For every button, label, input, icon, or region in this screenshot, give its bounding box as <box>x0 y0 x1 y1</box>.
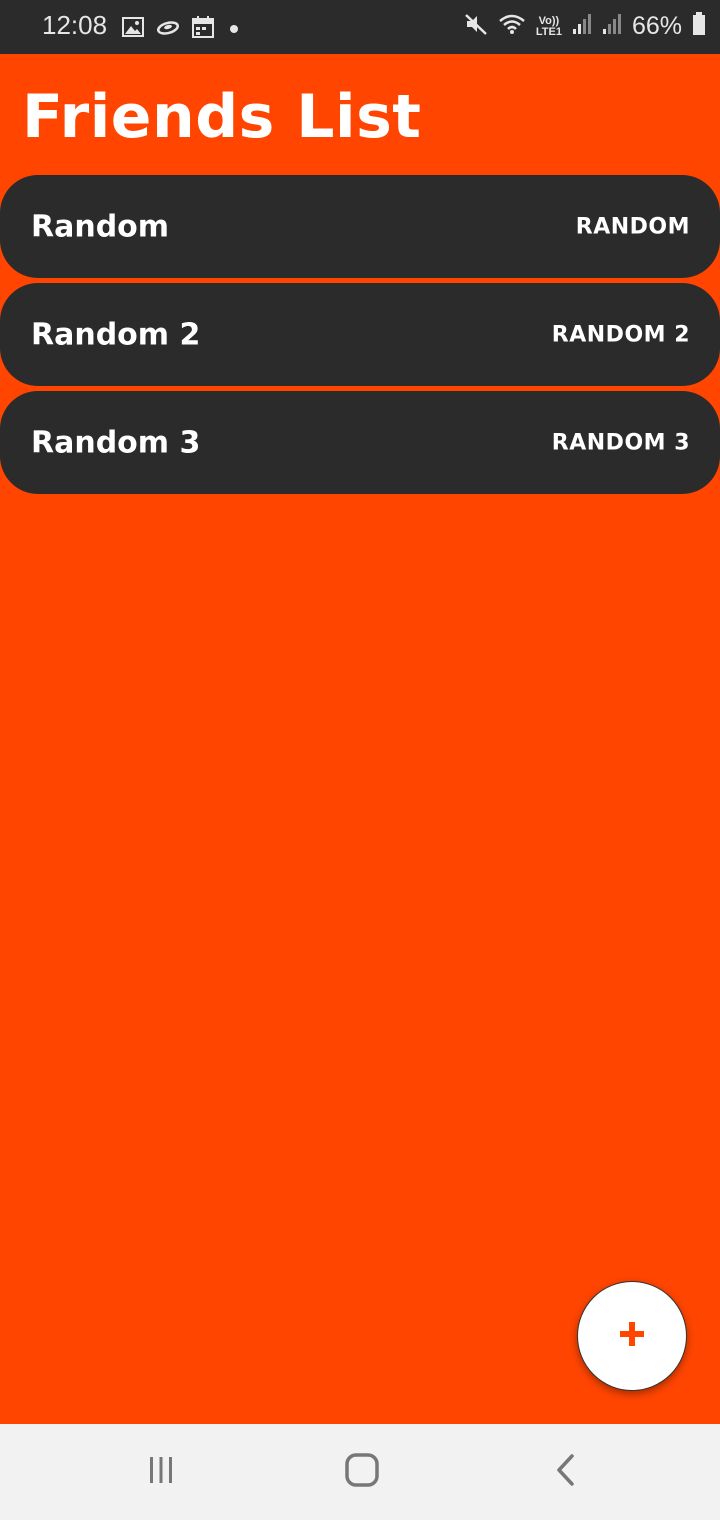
navigation-bar <box>0 1424 720 1520</box>
friend-list-item[interactable]: Random RANDOM <box>0 175 720 278</box>
page-title: Friends List <box>22 82 422 152</box>
gallery-icon <box>122 17 144 42</box>
back-icon <box>550 1453 580 1492</box>
friend-tag: RANDOM 2 <box>551 322 690 347</box>
calendar-icon <box>192 16 214 43</box>
friend-list-item[interactable]: Random 3 RANDOM 3 <box>0 391 720 494</box>
home-icon <box>344 1452 380 1493</box>
friend-tag: RANDOM <box>575 214 690 239</box>
sync-icon <box>156 19 180 40</box>
friend-tag: RANDOM 3 <box>551 430 690 455</box>
status-time: 12:08 <box>42 10 108 40</box>
back-button[interactable] <box>545 1452 585 1492</box>
battery-icon <box>692 12 706 41</box>
volte-label-bottom: LTE1 <box>535 25 562 38</box>
friends-list: Random RANDOM Random 2 RANDOM 2 Random 3… <box>0 175 720 499</box>
status-notification-icons <box>122 16 242 43</box>
dot-icon <box>226 21 242 39</box>
wifi-icon <box>498 13 526 40</box>
friend-list-item[interactable]: Random 2 RANDOM 2 <box>0 283 720 386</box>
add-friend-button[interactable] <box>577 1281 687 1391</box>
home-button[interactable] <box>342 1452 382 1492</box>
friend-name: Random 2 <box>31 317 201 352</box>
recent-apps-button[interactable] <box>141 1452 181 1492</box>
volte-icon: Vo)) LTE1 <box>535 14 562 38</box>
volte-label-top: Vo)) <box>538 14 560 27</box>
plus-icon <box>618 1320 646 1353</box>
signal-icon <box>602 13 622 40</box>
status-system-icons: Vo)) LTE1 66% <box>464 12 706 41</box>
recent-apps-icon <box>145 1454 177 1491</box>
status-bar: 12:08 Vo)) LTE1 66% <box>0 0 720 54</box>
battery-percent: 66% <box>631 12 682 40</box>
friend-name: Random 3 <box>31 425 201 460</box>
signal-icon <box>572 13 592 40</box>
friend-name: Random <box>31 209 170 244</box>
mute-icon <box>464 12 488 41</box>
